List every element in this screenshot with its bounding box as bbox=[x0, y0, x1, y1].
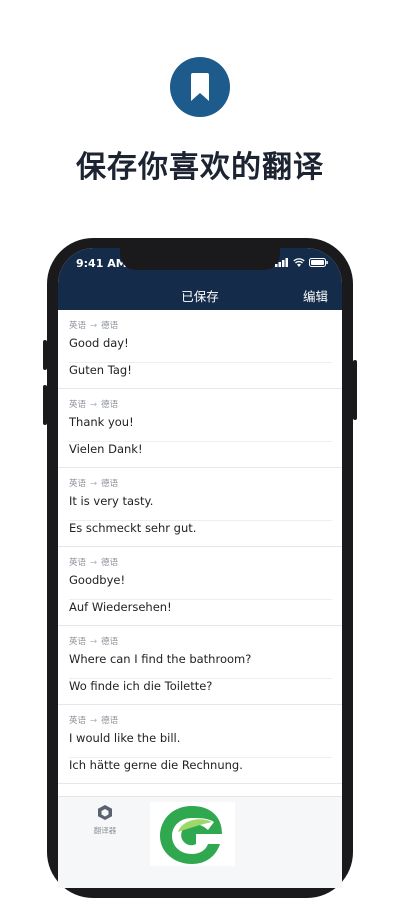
translated-text: Es schmeckt sehr gut. bbox=[69, 521, 197, 535]
status-time: 9:41 AM bbox=[76, 257, 127, 270]
source-text: Thank you! bbox=[69, 415, 332, 442]
arrow-right-icon: → bbox=[90, 637, 98, 647]
translated-text: Guten Tag! bbox=[69, 363, 132, 377]
signal-icon bbox=[275, 258, 288, 267]
arrow-right-icon: → bbox=[90, 716, 98, 726]
saved-list: 英语 → 德语 Good day! Guten Tag! 英语 → 德语 Thank y… bbox=[58, 310, 342, 784]
battery-icon bbox=[309, 258, 328, 267]
translated-text: Auf Wiedersehen! bbox=[69, 600, 172, 614]
translated-text: Wo finde ich die Toilette? bbox=[69, 679, 213, 693]
arrow-right-icon: → bbox=[90, 479, 98, 489]
bookmark-badge bbox=[170, 57, 230, 117]
tab-translator-label: 翻译器 bbox=[93, 826, 117, 835]
source-text: Where can I find the bathroom? bbox=[69, 652, 332, 679]
phone-notch bbox=[120, 248, 280, 270]
phone-side-button bbox=[43, 340, 47, 370]
status-icons bbox=[275, 258, 328, 267]
arrow-right-icon: → bbox=[90, 558, 98, 568]
language-pair: 英语 → 德语 bbox=[69, 479, 119, 489]
language-pair: 英语 → 德语 bbox=[69, 321, 119, 331]
source-text: Good day! bbox=[69, 336, 332, 363]
saved-item[interactable]: 英语 → 德语 Where can I find the bathroom? Wo … bbox=[58, 626, 342, 705]
saved-item[interactable]: 英语 → 德语 Thank you! Vielen Dank! bbox=[58, 389, 342, 468]
phone-screen: 9:41 AM 已保存 编辑 英语 → 德语 Good day! Guten T… bbox=[58, 248, 342, 888]
edit-button[interactable]: 编辑 bbox=[303, 286, 328, 305]
language-pair: 英语 → 德语 bbox=[69, 558, 119, 568]
nav-title: 已保存 bbox=[181, 289, 219, 304]
source-text: I would like the bill. bbox=[69, 731, 332, 758]
language-pair: 英语 → 德语 bbox=[69, 400, 119, 410]
saved-item[interactable]: 英语 → 德语 Goodbye! Auf Wiedersehen! bbox=[58, 547, 342, 626]
bookmark-icon bbox=[191, 73, 209, 101]
saved-item[interactable]: 英语 → 德语 Good day! Guten Tag! bbox=[58, 310, 342, 389]
source-text: It is very tasty. bbox=[69, 494, 332, 521]
phone-side-button bbox=[353, 360, 357, 420]
arrow-right-icon: → bbox=[90, 321, 98, 331]
translated-text: Vielen Dank! bbox=[69, 442, 143, 456]
navigation-bar: 9:41 AM 已保存 编辑 bbox=[58, 248, 342, 310]
cube-icon bbox=[98, 805, 112, 820]
saved-item[interactable]: 英语 → 德语 It is very tasty. Es schmeckt sehr… bbox=[58, 468, 342, 547]
language-pair: 英语 → 德语 bbox=[69, 637, 119, 647]
language-pair: 英语 → 德语 bbox=[69, 716, 119, 726]
leaf-logo-icon bbox=[160, 806, 222, 864]
source-text: Goodbye! bbox=[69, 573, 332, 600]
arrow-right-icon: → bbox=[90, 400, 98, 410]
wifi-icon bbox=[293, 258, 305, 267]
brand-logo bbox=[150, 802, 235, 866]
saved-item[interactable]: 英语 → 德语 I would like the bill. Ich hätte g… bbox=[58, 705, 342, 784]
phone-side-button bbox=[43, 385, 47, 425]
translated-text: Ich hätte gerne die Rechnung. bbox=[69, 758, 243, 772]
tab-translator[interactable]: 翻译器 bbox=[80, 805, 130, 836]
headline: 保存你喜欢的翻译 bbox=[76, 150, 324, 185]
